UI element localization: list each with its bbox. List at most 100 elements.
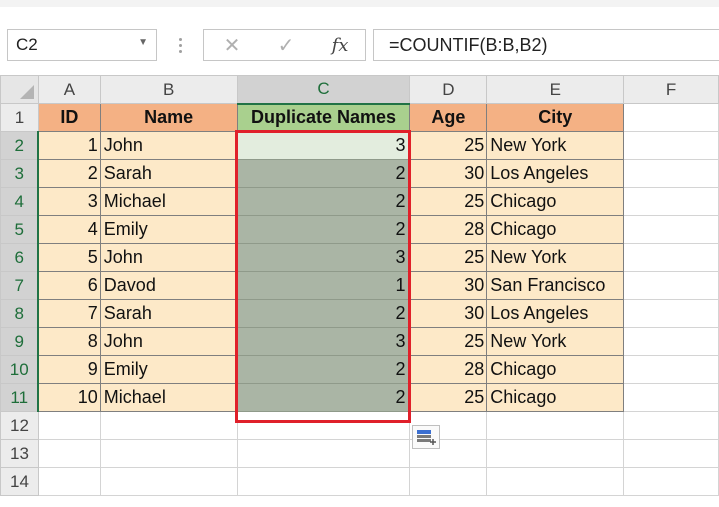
cell-age[interactable]: 25 (409, 187, 488, 216)
row-header-1[interactable]: 1 (0, 103, 39, 132)
cell-duplicate-count[interactable]: 1 (236, 271, 411, 300)
cell[interactable] (623, 411, 719, 440)
cell-name[interactable]: Davod (99, 271, 238, 300)
cell[interactable] (623, 215, 719, 244)
row-header-8[interactable]: 8 (0, 299, 40, 328)
name-box[interactable]: C2 ▼ (7, 29, 157, 61)
cancel-icon[interactable]: ✕ (216, 30, 248, 60)
cell-city[interactable]: Chicago (486, 187, 625, 216)
cell[interactable] (236, 467, 411, 496)
enter-check-icon[interactable]: ✓ (270, 30, 302, 60)
row-header-11[interactable]: 11 (0, 383, 40, 412)
column-header-d[interactable]: D (409, 75, 488, 104)
cell-name[interactable]: Michael (99, 383, 238, 412)
cell-age[interactable]: 30 (409, 271, 488, 300)
cell-city[interactable]: New York (486, 243, 625, 272)
column-header-f[interactable]: F (623, 75, 719, 104)
row-header-6[interactable]: 6 (0, 243, 40, 272)
cell[interactable] (623, 327, 719, 356)
cell-city[interactable]: Chicago (486, 215, 625, 244)
cell-city[interactable]: New York (486, 131, 625, 160)
column-header-c[interactable]: C (236, 75, 411, 105)
cell-id[interactable]: 3 (37, 187, 101, 216)
row-header-13[interactable]: 13 (0, 439, 39, 468)
cell-age[interactable]: 28 (409, 355, 488, 384)
cell-age[interactable]: 25 (409, 243, 488, 272)
cell-duplicate-count[interactable]: 2 (236, 159, 411, 188)
header-cell-city[interactable]: City (486, 103, 625, 132)
cell[interactable] (623, 187, 719, 216)
cell[interactable] (99, 411, 238, 440)
cell-city[interactable]: Los Angeles (486, 299, 625, 328)
cell-name[interactable]: John (99, 327, 238, 356)
cell[interactable] (486, 467, 625, 496)
cell[interactable] (623, 299, 719, 328)
cell-name[interactable]: John (99, 243, 238, 272)
cell[interactable] (37, 411, 101, 440)
cell[interactable] (486, 411, 625, 440)
cell[interactable] (623, 103, 719, 132)
cell-name[interactable]: Michael (99, 187, 238, 216)
row-header-7[interactable]: 7 (0, 271, 40, 300)
cell-age[interactable]: 25 (409, 383, 488, 412)
cell-name[interactable]: Emily (99, 215, 238, 244)
cell[interactable] (623, 159, 719, 188)
cell[interactable] (623, 439, 719, 468)
cell-id[interactable]: 2 (37, 159, 101, 188)
row-header-2[interactable]: 2 (0, 131, 40, 160)
cell[interactable] (623, 383, 719, 412)
column-header-a[interactable]: A (37, 75, 101, 104)
cell[interactable] (236, 439, 411, 468)
header-cell-duplicate-names[interactable]: Duplicate Names (236, 103, 411, 132)
cell-city[interactable]: Chicago (486, 355, 625, 384)
cell-duplicate-count-active[interactable]: 3 (236, 131, 411, 160)
cell-duplicate-count[interactable]: 2 (236, 299, 411, 328)
cell[interactable] (623, 243, 719, 272)
cell-id[interactable]: 10 (37, 383, 101, 412)
row-header-3[interactable]: 3 (0, 159, 40, 188)
cell-id[interactable]: 7 (37, 299, 101, 328)
cell-age[interactable]: 25 (409, 131, 488, 160)
cell-duplicate-count[interactable]: 2 (236, 355, 411, 384)
column-header-b[interactable]: B (99, 75, 238, 104)
grip-dots-icon[interactable] (175, 29, 185, 61)
cell[interactable] (37, 467, 101, 496)
cell-age[interactable]: 30 (409, 299, 488, 328)
row-header-4[interactable]: 4 (0, 187, 40, 216)
cell-duplicate-count[interactable]: 3 (236, 243, 411, 272)
cell[interactable] (486, 439, 625, 468)
chevron-down-icon[interactable]: ▼ (138, 37, 148, 48)
cell[interactable] (99, 467, 238, 496)
cell[interactable] (623, 467, 719, 496)
column-header-e[interactable]: E (486, 75, 625, 104)
cell[interactable] (236, 411, 411, 440)
row-header-10[interactable]: 10 (0, 355, 40, 384)
cell[interactable] (623, 355, 719, 384)
row-header-12[interactable]: 12 (0, 411, 39, 440)
cell-id[interactable]: 6 (37, 271, 101, 300)
quick-analysis-button[interactable] (412, 425, 440, 449)
row-header-9[interactable]: 9 (0, 327, 40, 356)
cell-id[interactable]: 4 (37, 215, 101, 244)
cell-name[interactable]: John (99, 131, 238, 160)
cell[interactable] (37, 439, 101, 468)
cell-duplicate-count[interactable]: 2 (236, 383, 411, 412)
cell-age[interactable]: 25 (409, 327, 488, 356)
cell-duplicate-count[interactable]: 3 (236, 327, 411, 356)
cell-duplicate-count[interactable]: 2 (236, 215, 411, 244)
formula-input[interactable]: =COUNTIF(B:B,B2) (373, 29, 719, 61)
cell-name[interactable]: Sarah (99, 159, 238, 188)
cell-age[interactable]: 30 (409, 159, 488, 188)
cell-city[interactable]: Chicago (486, 383, 625, 412)
cell-id[interactable]: 5 (37, 243, 101, 272)
cell-id[interactable]: 1 (37, 131, 101, 160)
cell[interactable] (99, 439, 238, 468)
cell-city[interactable]: New York (486, 327, 625, 356)
cell-duplicate-count[interactable]: 2 (236, 187, 411, 216)
header-cell-id[interactable]: ID (37, 103, 101, 132)
cell-age[interactable]: 28 (409, 215, 488, 244)
header-cell-name[interactable]: Name (99, 103, 238, 132)
insert-function-fx-icon[interactable]: fx (324, 30, 356, 60)
header-cell-age[interactable]: Age (409, 103, 488, 132)
cell[interactable] (409, 467, 488, 496)
